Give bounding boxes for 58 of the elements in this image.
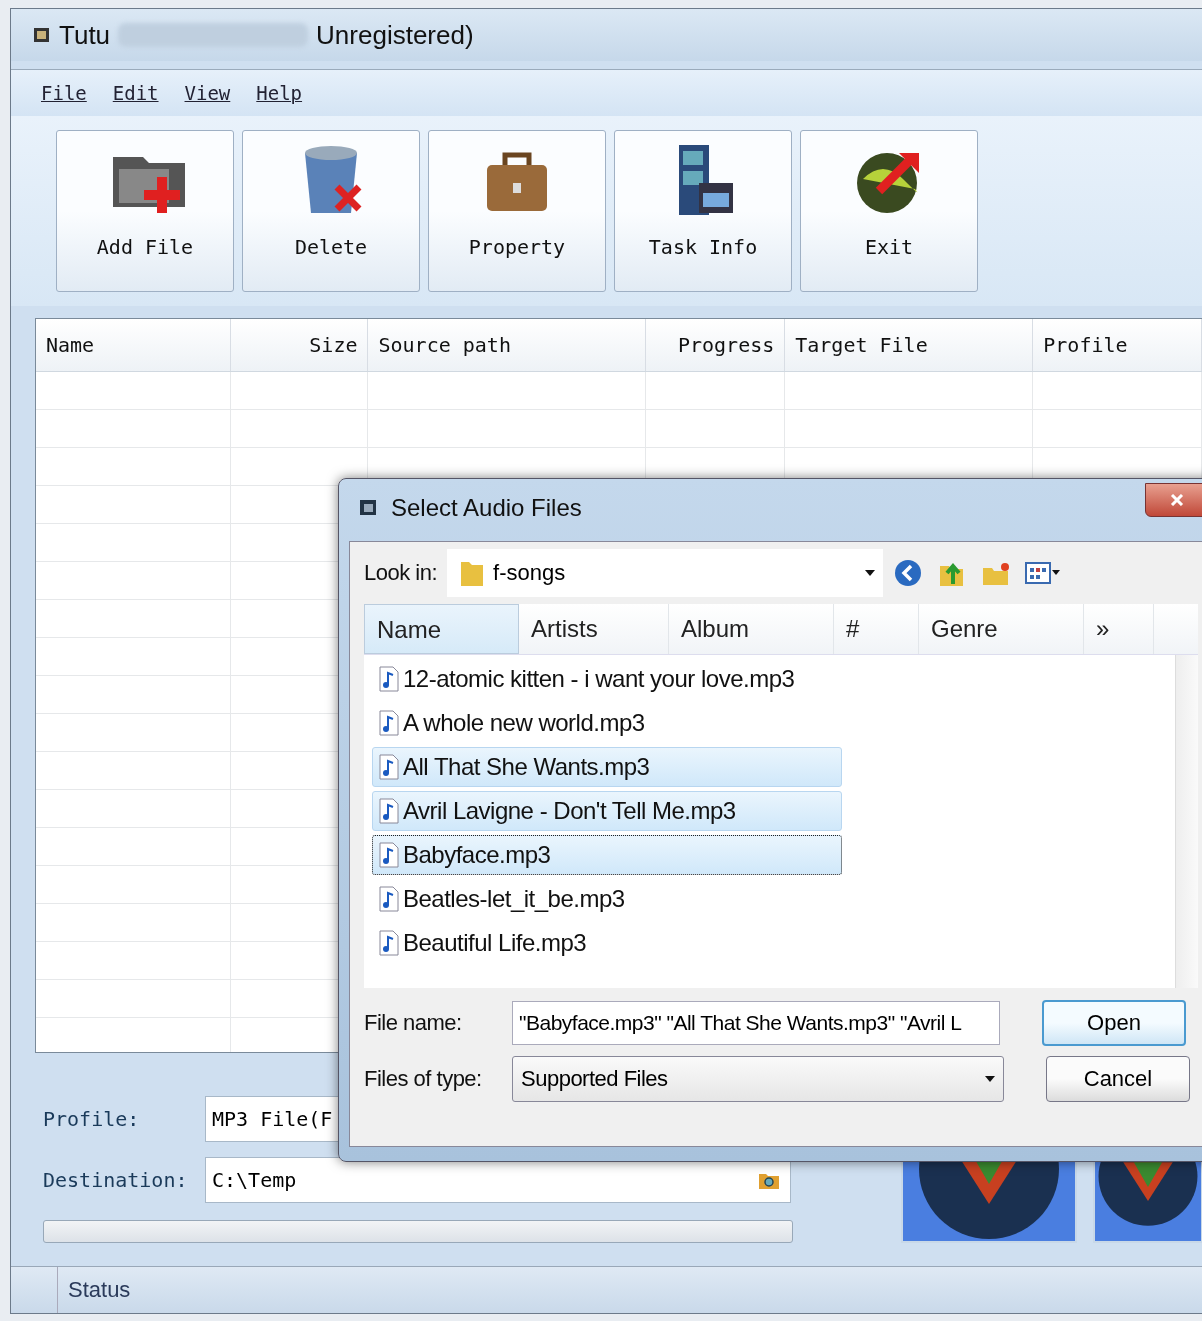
audio-list-row[interactable]: Beautiful Life.mp3 <box>372 923 842 963</box>
cancel-button[interactable]: Cancel <box>1046 1056 1190 1102</box>
look-in-dropdown[interactable]: f-songs <box>447 549 884 597</box>
caret-icon <box>985 1076 995 1082</box>
menu-item[interactable]: Help <box>256 82 303 104</box>
music-file-icon <box>379 930 399 956</box>
toolbar-button[interactable]: Task Info <box>614 130 792 292</box>
dialog-title: Select Audio Files <box>391 494 582 522</box>
audio-list-row[interactable]: Babyface.mp3 <box>372 835 842 875</box>
toolbar-button[interactable]: Delete <box>242 130 420 292</box>
look-in-label: Look in: <box>364 560 438 586</box>
app-icon <box>33 26 51 44</box>
file-name-label: File name: <box>364 1010 463 1036</box>
file-type-dropdown[interactable]: Supported Files <box>512 1056 1004 1102</box>
column-header[interactable]: Name <box>36 319 232 371</box>
audio-list-row[interactable]: 12-atomic kitten - i want your love.mp3 <box>372 659 842 699</box>
file-name-field[interactable]: "Babyface.mp3" "All That She Wants.mp3" "Avril L <box>512 1001 1000 1045</box>
music-file-icon <box>379 666 399 692</box>
audio-list-row[interactable]: A whole new world.mp3 <box>372 703 842 743</box>
back-icon <box>893 558 924 588</box>
column-header[interactable]: » <box>1084 604 1154 654</box>
close-button[interactable] <box>1145 483 1202 517</box>
status-text: Status <box>57 1267 131 1313</box>
audio-list-row[interactable]: All That She Wants.mp3 <box>372 747 842 787</box>
menu-item[interactable]: Edit <box>112 82 159 104</box>
column-header[interactable]: Artists <box>519 604 669 654</box>
column-header[interactable]: Album <box>669 604 834 654</box>
destination-label: Destination: <box>43 1168 189 1193</box>
column-header[interactable]: Size <box>231 319 369 371</box>
music-file-icon <box>379 798 399 824</box>
window-title: Unregistered) <box>316 19 474 51</box>
menu-item[interactable]: File <box>41 82 87 104</box>
profile-label: Profile: <box>43 1106 141 1131</box>
column-header[interactable]: # <box>834 604 919 654</box>
toolbar-button[interactable]: Exit <box>800 130 978 292</box>
column-header[interactable]: Name <box>364 604 519 654</box>
music-file-icon <box>379 842 399 868</box>
caret-icon <box>865 570 876 576</box>
music-file-icon <box>379 754 399 780</box>
column-header[interactable]: Profile <box>1033 319 1202 371</box>
music-file-icon <box>379 886 399 912</box>
column-header[interactable]: Progress <box>646 319 786 371</box>
toolbar-button[interactable]: Property <box>428 130 606 292</box>
window-title: Tutu <box>59 19 111 51</box>
close-icon <box>1170 494 1184 506</box>
audio-list-row[interactable]: Beatles-let_it_be.mp3 <box>372 879 842 919</box>
open-button[interactable]: Open <box>1042 1000 1186 1046</box>
app-icon <box>359 498 379 518</box>
destination-field[interactable]: C:\Temp <box>205 1157 791 1204</box>
column-header[interactable]: Genre <box>919 604 1084 654</box>
file-type-label: Files of type: <box>364 1066 483 1092</box>
music-file-icon <box>379 710 399 736</box>
column-header[interactable]: Target File <box>785 319 1034 371</box>
scrollbar[interactable] <box>1175 655 1198 988</box>
audio-list-row[interactable]: Avril Lavigne - Don't Tell Me.mp3 <box>372 791 842 831</box>
menu-item[interactable]: View <box>184 82 231 104</box>
toolbar-button[interactable]: Add File <box>56 130 234 292</box>
column-header[interactable]: Source path <box>368 319 647 371</box>
